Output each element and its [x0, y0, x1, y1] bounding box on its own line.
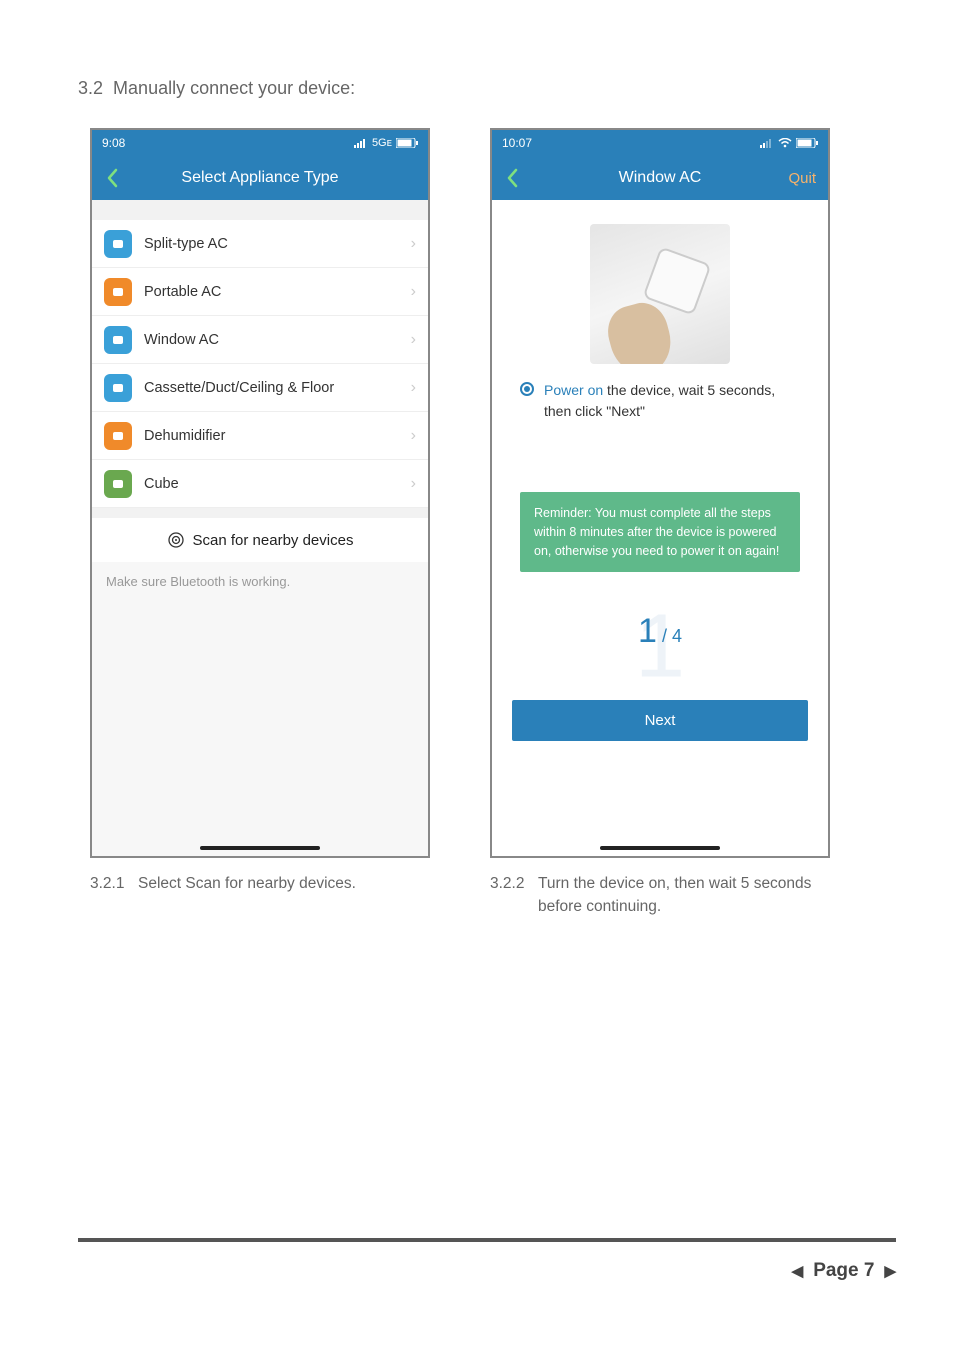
screenshot-power-on-step: 10:07 Window AC Quit Power on the device…: [490, 128, 830, 858]
signal-icon: [354, 138, 368, 148]
appliance-label: Cube: [144, 476, 411, 492]
home-indicator[interactable]: [200, 846, 320, 850]
chevron-right-icon: ›: [411, 283, 416, 301]
prev-page-button[interactable]: ◀: [792, 1262, 804, 1280]
chevron-right-icon: ›: [411, 379, 416, 397]
home-indicator[interactable]: [600, 846, 720, 850]
next-button[interactable]: Next: [512, 700, 808, 741]
scan-nearby-button[interactable]: Scan for nearby devices: [92, 508, 428, 562]
caption-b-number: 3.2.2: [490, 872, 538, 919]
list-top-gap: [92, 200, 428, 220]
instruction-text: Power on the device, wait 5 seconds, the…: [544, 380, 800, 422]
cassette-ac-icon: [104, 374, 132, 402]
chevron-left-icon: [106, 168, 118, 188]
status-bar: 9:08 5Gᴇ: [92, 130, 428, 156]
page-navigator: ◀ Page 7 ▶: [792, 1260, 896, 1282]
chevron-right-icon: ›: [411, 331, 416, 349]
chevron-right-icon: ›: [411, 235, 416, 253]
portable-ac-icon: [104, 278, 132, 306]
bluetooth-hint: Make sure Bluetooth is working.: [92, 562, 428, 858]
nav-bar: Select Appliance Type: [92, 156, 428, 200]
appliance-row[interactable]: Split-type AC›: [92, 220, 428, 268]
chevron-right-icon: ›: [411, 475, 416, 493]
plug-illustration: [590, 224, 730, 364]
section-heading: 3.2 Manually connect your device:: [78, 78, 355, 99]
appliance-row[interactable]: Cube›: [92, 460, 428, 508]
split-ac-icon: [104, 230, 132, 258]
appliance-row[interactable]: Cassette/Duct/Ceiling & Floor›: [92, 364, 428, 412]
scan-icon: [167, 531, 185, 549]
appliance-label: Window AC: [144, 332, 411, 348]
step-indicator: 1 1 / 4: [492, 612, 828, 682]
appliance-label: Dehumidifier: [144, 428, 411, 444]
chevron-left-icon: [506, 168, 518, 188]
step-total: 4: [672, 626, 682, 646]
section-number: 3.2: [78, 78, 103, 98]
caption-a-number: 3.2.1: [90, 872, 138, 919]
caption-a: 3.2.1 Select Scan for nearby devices.: [90, 872, 430, 919]
back-button[interactable]: [492, 168, 532, 188]
caption-b-text: Turn the device on, then wait 5 seconds …: [538, 872, 830, 919]
window-ac-icon: [104, 326, 132, 354]
chevron-right-icon: ›: [411, 427, 416, 445]
radio-selected-icon: [520, 382, 534, 396]
battery-icon: [396, 138, 418, 148]
screenshot-select-appliance: 9:08 5Gᴇ Select Appliance Type Split-typ…: [90, 128, 430, 858]
scan-label: Scan for nearby devices: [193, 532, 354, 549]
footer-rule: [78, 1238, 896, 1242]
appliance-label: Split-type AC: [144, 236, 411, 252]
next-page-button[interactable]: ▶: [884, 1262, 896, 1280]
quit-button[interactable]: Quit: [788, 170, 816, 187]
battery-icon: [796, 138, 818, 148]
appliance-row[interactable]: Dehumidifier›: [92, 412, 428, 460]
back-button[interactable]: [92, 168, 132, 188]
status-time: 9:08: [102, 136, 125, 150]
appliance-label: Cassette/Duct/Ceiling & Floor: [144, 380, 411, 396]
cube-icon: [104, 470, 132, 498]
instruction-step[interactable]: Power on the device, wait 5 seconds, the…: [492, 376, 828, 422]
appliance-label: Portable AC: [144, 284, 411, 300]
page-label: Page 7: [813, 1260, 874, 1282]
reminder-banner: Reminder: You must complete all the step…: [520, 492, 800, 572]
caption-b: 3.2.2 Turn the device on, then wait 5 se…: [490, 872, 830, 919]
step-current: 1: [638, 612, 657, 650]
section-title: Manually connect your device:: [113, 78, 355, 98]
appliance-row[interactable]: Window AC›: [92, 316, 428, 364]
signal-icon: [760, 138, 774, 148]
dehumidifier-icon: [104, 422, 132, 450]
status-time: 10:07: [502, 136, 532, 150]
nav-title: Select Appliance Type: [92, 169, 428, 187]
status-network: 5Gᴇ: [372, 137, 392, 149]
nav-title: Window AC: [492, 169, 828, 187]
caption-a-text: Select Scan for nearby devices.: [138, 872, 356, 919]
appliance-row[interactable]: Portable AC›: [92, 268, 428, 316]
nav-bar: Window AC Quit: [492, 156, 828, 200]
status-bar: 10:07: [492, 130, 828, 156]
wifi-icon: [778, 138, 792, 148]
